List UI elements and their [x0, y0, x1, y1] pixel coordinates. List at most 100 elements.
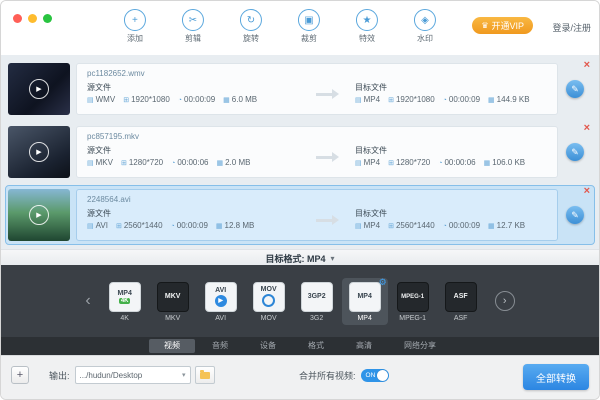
watermark-button[interactable]: ◈ 水印 [403, 9, 447, 44]
size-icon: ▦ [484, 160, 491, 167]
watermark-label: 水印 [417, 33, 433, 44]
target-duration: 00:00:09 [449, 95, 480, 104]
target-size: 144.9 KB [497, 95, 530, 104]
source-duration: 00:00:06 [177, 158, 208, 167]
format-tile-text: 3GP2 [308, 293, 326, 300]
source-label: 源文件 [87, 207, 299, 220]
chevron-right-icon[interactable]: › [495, 291, 515, 311]
edit-file-button[interactable]: ✎ [566, 80, 584, 98]
format-option-asf[interactable]: ASF ASF [438, 278, 484, 325]
remove-file-icon[interactable]: × [584, 123, 590, 133]
format-option-3g2[interactable]: 3GP2 3G2 [294, 278, 340, 325]
zoom-window-button[interactable] [43, 14, 52, 23]
crown-icon: ♛ [481, 21, 488, 30]
collapse-icon[interactable]: ▾ [331, 254, 335, 263]
convert-arrow-icon [299, 215, 355, 225]
title-toolbar: + 添加 ✂ 剪辑 ↻ 旋转 ▣ 裁剪 ★ 特效 ◈ 水印 [1, 1, 599, 56]
format-caption: 3G2 [310, 315, 323, 322]
clip-button[interactable]: ✂ 剪辑 [171, 9, 215, 44]
add-button[interactable]: + 添加 [113, 9, 157, 44]
source-format: MKV [96, 158, 113, 167]
format-option-4k[interactable]: MP4 4K 4K [102, 278, 148, 325]
target-format: MP4 [364, 221, 380, 230]
format-option-mpeg1[interactable]: MPEG-1 MPEG-1 [390, 278, 436, 325]
crop-button[interactable]: ▣ 裁剪 [287, 9, 331, 44]
source-resolution: 1280*720 [129, 158, 163, 167]
gear-icon[interactable]: ⚙ [379, 277, 387, 288]
target-format-strip[interactable]: 目标格式: MP4 ▾ [1, 249, 599, 266]
target-resolution: 1280*720 [396, 158, 430, 167]
play-icon[interactable]: ▶ [29, 79, 49, 99]
format-option-mkv[interactable]: MKV MKV [150, 278, 196, 325]
play-icon[interactable]: ▶ [29, 205, 49, 225]
output-path-select[interactable]: .../hudun/Desktop ▾ [75, 366, 191, 384]
source-size: 2.0 MB [225, 158, 250, 167]
browse-folder-button[interactable] [195, 366, 215, 384]
file-row[interactable]: ▶ pc1182652.wmv 源文件 ▤WMV ⊞1920*1080 ◔00:… [6, 60, 594, 118]
format-tile-text: ASF [454, 293, 468, 300]
tab-format[interactable]: 格式 [293, 339, 339, 353]
file-type-icon: ▤ [87, 160, 94, 167]
merge-control: 合并所有视频: ON [299, 369, 389, 382]
main-toolbar: + 添加 ✂ 剪辑 ↻ 旋转 ▣ 裁剪 ★ 特效 ◈ 水印 [113, 9, 447, 44]
row-controls: × ✎ [558, 124, 592, 180]
close-window-button[interactable] [13, 14, 22, 23]
edit-file-button[interactable]: ✎ [566, 143, 584, 161]
size-icon: ▦ [488, 97, 495, 104]
target-resolution: 2560*1440 [396, 221, 435, 230]
source-format: AVI [96, 221, 108, 230]
tab-hd[interactable]: 高清 [341, 339, 387, 353]
play-icon: ▶ [215, 295, 227, 307]
format-tile-text: MKV [165, 293, 181, 300]
video-thumbnail: ▶ [8, 126, 70, 178]
source-info: 源文件 ▤WMV ⊞1920*1080 ◔00:00:09 ▦6.0 MB [87, 81, 299, 107]
target-duration: 00:00:09 [449, 221, 480, 230]
format-option-mp4-selected[interactable]: MP4 ⚙ MP4 [342, 278, 388, 325]
vip-label: 开通VIP [491, 19, 524, 32]
scissors-icon: ✂ [182, 9, 204, 31]
source-info: 源文件 ▤AVI ⊞2560*1440 ◔00:00:09 ▦12.8 MB [87, 207, 299, 233]
folder-icon [200, 372, 210, 379]
file-row-selected[interactable]: ▶ 2248564.avi 源文件 ▤AVI ⊞2560*1440 ◔00:00… [6, 186, 594, 244]
target-label: 目标文件 [355, 81, 547, 94]
rotate-button[interactable]: ↻ 旋转 [229, 9, 273, 44]
tab-web-share[interactable]: 网络分享 [389, 339, 451, 353]
play-icon[interactable]: ▶ [29, 142, 49, 162]
format-tile-text: MOV [261, 286, 277, 293]
edit-file-button[interactable]: ✎ [566, 206, 584, 224]
format-caption: ASF [454, 315, 468, 322]
login-register-link[interactable]: 登录/注册 [552, 21, 591, 34]
format-option-mov[interactable]: MOV MOV [246, 278, 292, 325]
source-size: 6.0 MB [232, 95, 257, 104]
tab-video[interactable]: 视频 [149, 339, 195, 353]
chevron-left-icon[interactable]: ‹ [85, 292, 90, 310]
minimize-window-button[interactable] [28, 14, 37, 23]
format-option-avi[interactable]: AVI ▶ AVI [198, 278, 244, 325]
crop-label: 裁剪 [301, 33, 317, 44]
toggle-knob [377, 370, 388, 381]
watermark-icon: ◈ [414, 9, 436, 31]
size-icon: ▦ [216, 223, 223, 230]
tab-device[interactable]: 设备 [245, 339, 291, 353]
source-duration: 00:00:09 [184, 95, 215, 104]
app-window: + 添加 ✂ 剪辑 ↻ 旋转 ▣ 裁剪 ★ 特效 ◈ 水印 [0, 0, 600, 400]
tab-audio[interactable]: 音频 [197, 339, 243, 353]
vip-button[interactable]: ♛ 开通VIP [472, 17, 533, 34]
target-format-title: 目标格式: MP4 [265, 252, 325, 265]
effects-button[interactable]: ★ 特效 [345, 9, 389, 44]
convert-all-button[interactable]: 全部转换 [523, 364, 589, 390]
file-row[interactable]: ▶ pc857195.mkv 源文件 ▤MKV ⊞1280*720 ◔00:00… [6, 123, 594, 181]
add-icon: + [124, 9, 146, 31]
row-controls: × ✎ [558, 187, 592, 243]
target-label: 目标文件 [355, 144, 547, 157]
crop-icon: ▣ [298, 9, 320, 31]
4k-badge: 4K [119, 298, 131, 304]
remove-file-icon[interactable]: × [584, 60, 590, 70]
source-duration: 00:00:09 [177, 221, 208, 230]
file-card: pc1182652.wmv 源文件 ▤WMV ⊞1920*1080 ◔00:00… [76, 63, 558, 115]
target-info: 目标文件 ▤MP4 ⊞1920*1080 ◔00:00:09 ▦144.9 KB [355, 81, 547, 107]
effects-label: 特效 [359, 33, 375, 44]
remove-file-icon[interactable]: × [584, 186, 590, 196]
add-file-button[interactable]: + [11, 366, 29, 384]
merge-toggle[interactable]: ON [361, 369, 389, 382]
